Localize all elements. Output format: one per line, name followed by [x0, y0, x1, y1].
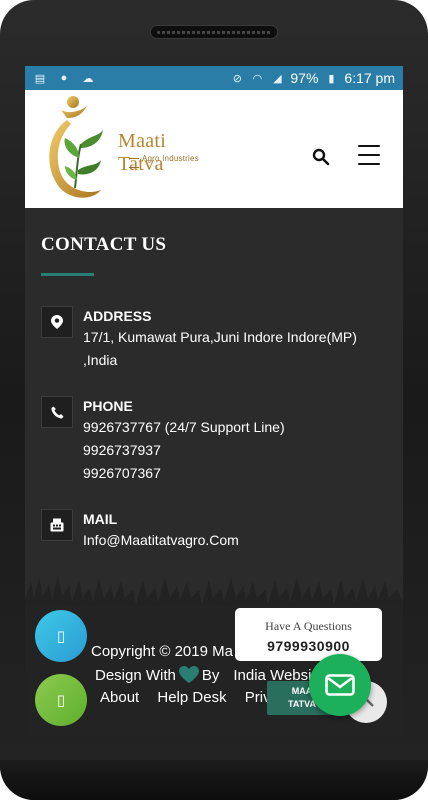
- sim-icon: ▤: [34, 72, 46, 85]
- mail-fab-button[interactable]: [309, 654, 371, 716]
- mail-label: MAIL: [83, 511, 118, 527]
- footer-link-help-desk[interactable]: Help Desk: [157, 689, 226, 706]
- keyhole-icon: ●: [60, 72, 68, 84]
- hamburger-line: [358, 163, 380, 165]
- screen: ▤ ● ☁ ⊘ ◠ ◢ 97% ▮ 6:17 pm Maati Tatva Ag…: [25, 66, 403, 736]
- by-text: By: [201, 666, 220, 684]
- address-text: ADDRESS 17/1, Kumawat Pura,Juni Indore I…: [83, 306, 357, 372]
- question-popup[interactable]: Have A Questions 9799930900: [235, 608, 382, 661]
- battery-percent: 97%: [290, 70, 319, 86]
- mail-address-link[interactable]: Info@Maatitatvagro.Com: [83, 529, 239, 552]
- wifi-icon: ◠: [252, 72, 263, 85]
- address-line: ,India: [83, 352, 118, 368]
- footer-links: About Help Desk Priv: [100, 689, 285, 706]
- mail-text: MAIL Info@Maatitatvagro.Com: [83, 509, 239, 552]
- battery-charging-icon: ▮: [328, 72, 335, 85]
- mail-block: MAIL Info@Maatitatvagro.Com: [41, 509, 239, 552]
- phone-number[interactable]: 9926737767 (24/7 Support Line): [83, 416, 285, 439]
- search-icon: [312, 148, 330, 166]
- signal-icon: ◢: [273, 72, 282, 85]
- hamburger-line: [358, 145, 380, 147]
- whatsapp-fab-button[interactable]: ▯: [35, 674, 87, 726]
- status-bar: ▤ ● ☁ ⊘ ◠ ◢ 97% ▮ 6:17 pm: [25, 66, 403, 90]
- address-block: ADDRESS 17/1, Kumawat Pura,Juni Indore I…: [41, 306, 357, 372]
- logo[interactable]: Maati Tatva Agro Industries: [41, 92, 201, 204]
- contact-title: CONTACT US: [41, 234, 167, 255]
- call-icon: ▯: [56, 628, 66, 645]
- phone-frame: ▤ ● ☁ ⊘ ◠ ◢ 97% ▮ 6:17 pm Maati Tatva Ag…: [0, 0, 428, 800]
- heart-icon: [178, 666, 199, 683]
- phone-handset-icon: [41, 396, 73, 428]
- footer-link-about[interactable]: About: [100, 689, 139, 706]
- phone-number[interactable]: 9926707367: [83, 462, 285, 485]
- address-label: ADDRESS: [83, 308, 152, 324]
- phone-block: PHONE 9926737767 (24/7 Support Line) 992…: [41, 396, 285, 485]
- address-line: 17/1, Kumawat Pura,Juni Indore Indore(MP…: [83, 329, 357, 345]
- phone-label: PHONE: [83, 398, 133, 414]
- whatsapp-icon: ▯: [56, 692, 66, 709]
- phone-number[interactable]: 9926737937: [83, 439, 285, 462]
- phone-text: PHONE 9926737767 (24/7 Support Line) 992…: [83, 396, 285, 485]
- brand-tagline: Agro Industries: [126, 154, 201, 172]
- search-button[interactable]: [312, 148, 330, 166]
- mute-icon: ⊘: [232, 72, 242, 85]
- question-title: Have A Questions: [265, 619, 352, 633]
- fax-icon: [41, 509, 73, 541]
- phone-speaker: [150, 25, 278, 39]
- hamburger-line: [358, 154, 380, 156]
- location-pin-icon: [41, 306, 73, 338]
- copyright-text: Copyright © 2019 Ma: [91, 643, 233, 660]
- design-with-text: Design With: [95, 666, 176, 684]
- logo-emblem-icon: [49, 96, 103, 198]
- site-header: Maati Tatva Agro Industries: [25, 90, 403, 208]
- title-underline: [41, 273, 94, 276]
- envelope-icon: [325, 674, 355, 696]
- question-phone[interactable]: 9799930900: [235, 638, 382, 654]
- hamburger-menu-button[interactable]: [358, 145, 380, 165]
- status-time: 6:17 pm: [344, 70, 395, 86]
- cloud-icon: ☁: [82, 72, 94, 85]
- phone-bottom-bezel: [0, 760, 428, 800]
- call-fab-button[interactable]: ▯: [35, 610, 87, 662]
